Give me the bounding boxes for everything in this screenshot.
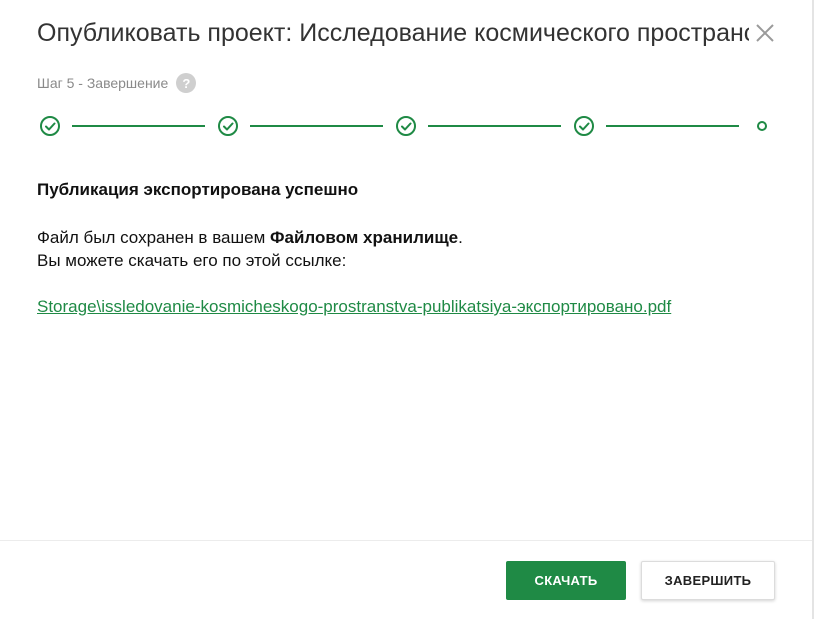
step-label: Шаг 5 - Завершение [37, 75, 169, 91]
step-1-completed-check-icon [40, 116, 60, 136]
stepper-connector [72, 125, 205, 127]
file-storage-name: Файловом хранилище [270, 228, 459, 247]
close-button[interactable] [752, 20, 778, 46]
finish-button[interactable]: ЗАВЕРШИТЬ [641, 561, 775, 600]
help-icon[interactable]: ? [176, 73, 197, 93]
progress-stepper [37, 115, 777, 137]
publish-dialog: Опубликовать проект: Исследование космич… [0, 0, 814, 619]
stepper-connector [606, 125, 739, 127]
footer-divider [0, 540, 812, 541]
step-indicator: Шаг 5 - Завершение ? [37, 73, 197, 93]
message-line1-suffix: . [458, 228, 463, 247]
success-message: Файл был сохранен в вашем Файловом храни… [37, 226, 463, 272]
step-2-completed-check-icon [218, 116, 238, 136]
download-button[interactable]: СКАЧАТЬ [506, 561, 626, 600]
stepper-connector [428, 125, 561, 127]
step-3-completed-check-icon [396, 116, 416, 136]
stepper-connector [250, 125, 383, 127]
close-icon [756, 24, 774, 42]
download-file-link[interactable]: Storage\issledovanie-kosmicheskogo-prost… [37, 294, 677, 319]
message-line2: Вы можете скачать его по этой ссылке: [37, 251, 347, 270]
step-5-current-dot-icon [757, 121, 767, 131]
message-line1-prefix: Файл был сохранен в вашем [37, 228, 270, 247]
step-4-completed-check-icon [574, 116, 594, 136]
success-heading: Публикация экспортирована успешно [37, 180, 359, 199]
dialog-title: Опубликовать проект: Исследование космич… [37, 19, 749, 47]
